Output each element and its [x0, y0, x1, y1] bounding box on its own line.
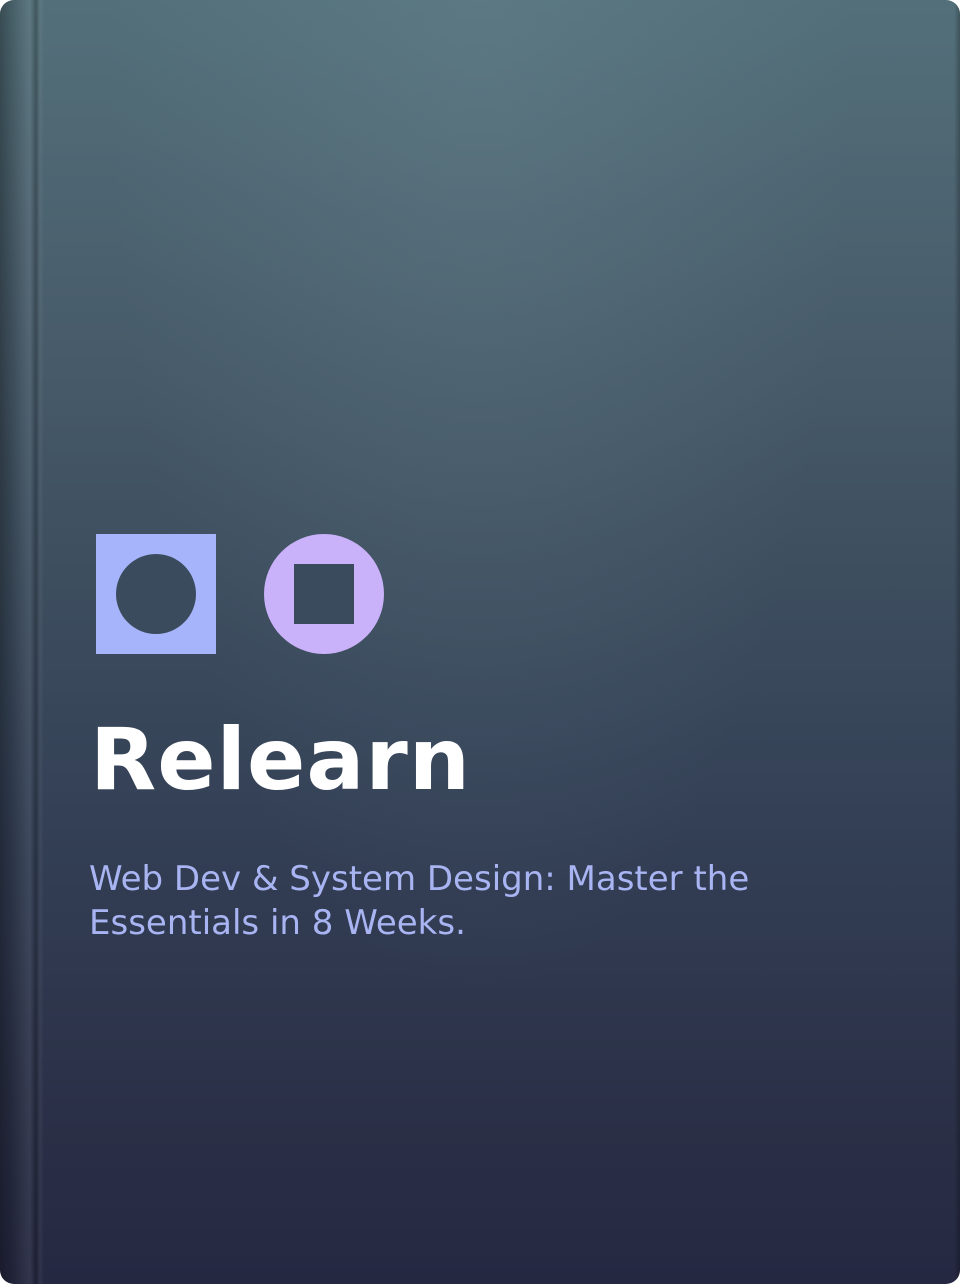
- square-with-circle-icon: [96, 534, 216, 654]
- logo: [96, 534, 384, 654]
- book-subtitle: Web Dev & System Design: Master the Esse…: [89, 859, 750, 943]
- circle-with-square-icon: [264, 534, 384, 654]
- book-spine: [0, 0, 44, 1284]
- book-cover: Relearn Web Dev & System Design: Master …: [0, 0, 960, 1284]
- book-edge: [954, 0, 960, 1284]
- book-title: Relearn: [90, 710, 472, 810]
